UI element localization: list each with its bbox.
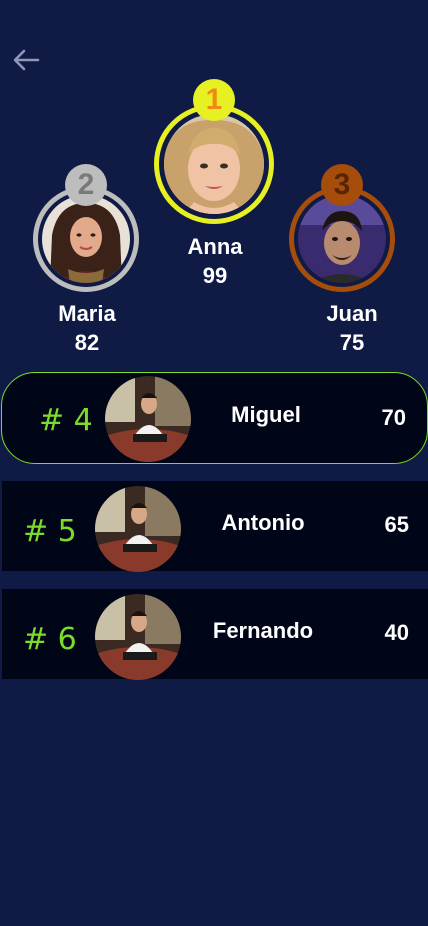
row-rank: # 5 [23, 514, 77, 549]
rank-number: 2 [77, 168, 95, 201]
avatar [298, 195, 386, 283]
rank-badge-bronze: 3 [321, 164, 363, 206]
rank-number: 1 [205, 83, 223, 116]
player-name: Anna [187, 234, 243, 259]
rank-badge-silver: 2 [65, 164, 107, 206]
player-name: Miguel [231, 402, 301, 427]
back-button[interactable] [8, 44, 44, 76]
arrow-left-icon [13, 49, 40, 71]
player-name: Maria [58, 301, 116, 326]
avatar [164, 114, 264, 214]
avatar [42, 195, 130, 283]
player-score: 82 [74, 330, 100, 355]
avatar [95, 486, 181, 572]
player-score: 40 [384, 620, 409, 645]
avatar [105, 376, 191, 462]
player-score: 75 [339, 330, 365, 355]
player-name: Fernando [212, 618, 314, 643]
rank-number: 3 [333, 168, 351, 201]
rank-badge-gold: 1 [193, 79, 235, 121]
leaderboard-row[interactable]: # 6 Fernando 40 [2, 589, 428, 680]
leaderboard-screen: 1 Anna 99 2 Maria 82 3 Juan 75 # 4 Migue… [0, 0, 428, 926]
player-score: 65 [384, 512, 409, 537]
player-name: Juan [326, 301, 378, 326]
row-rank: # 4 [39, 403, 93, 438]
player-score: 99 [202, 263, 228, 288]
leaderboard-row[interactable]: # 5 Antonio 65 [2, 481, 428, 572]
player-name: Antonio [221, 510, 305, 535]
row-rank: # 6 [23, 622, 77, 657]
player-score: 70 [381, 405, 406, 430]
leaderboard-row-current-user[interactable]: # 4 Miguel 70 [1, 372, 428, 464]
avatar [95, 594, 181, 680]
